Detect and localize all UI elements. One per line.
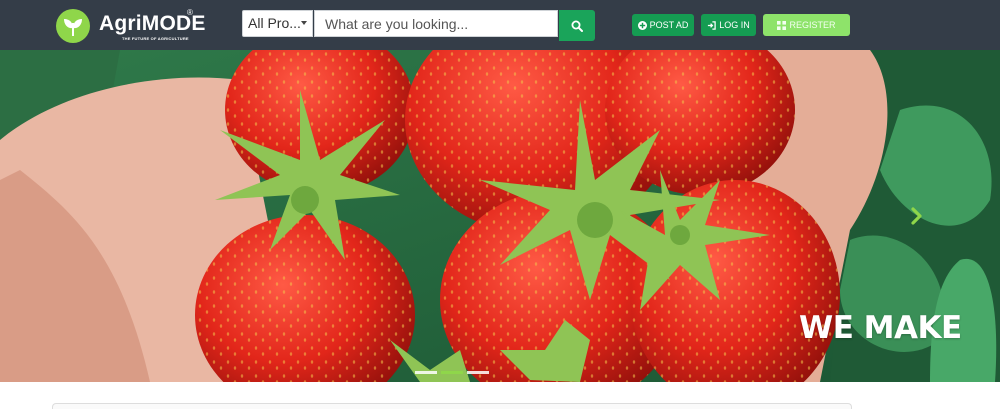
register-label: REGISTER [789, 20, 836, 30]
category-selected-label: All Pro... [248, 15, 301, 31]
content-panel-top [52, 403, 852, 409]
chevron-right-icon [911, 207, 922, 225]
carousel-indicator[interactable] [415, 371, 437, 374]
brand-logo[interactable]: AgriMODE ® THE FUTURE OF AGRICULTURE [56, 8, 205, 45]
search-button[interactable] [559, 10, 595, 41]
leaf-logo-icon [56, 9, 90, 43]
hero-carousel: WE MAKE [0, 50, 1000, 382]
hero-caption: WE MAKE [799, 310, 962, 346]
top-navbar: AgriMODE ® THE FUTURE OF AGRICULTURE All… [0, 0, 1000, 50]
carousel-indicators [415, 371, 489, 374]
login-label: LOG IN [719, 20, 750, 30]
register-button[interactable]: REGISTER [763, 14, 850, 36]
carousel-indicator[interactable] [467, 371, 489, 374]
registered-mark: ® [187, 8, 193, 17]
login-button[interactable]: LOG IN [701, 14, 756, 36]
caret-down-icon [301, 21, 307, 25]
search-icon [571, 20, 583, 32]
post-ad-button[interactable]: POST AD [632, 14, 694, 36]
category-select[interactable]: All Pro... [242, 10, 313, 37]
grid-icon [777, 20, 787, 30]
post-ad-label: POST AD [649, 20, 689, 30]
carousel-indicator-active[interactable] [441, 371, 463, 374]
sign-in-icon [708, 20, 716, 30]
search-input[interactable] [314, 10, 558, 37]
carousel-next-button[interactable] [908, 205, 926, 227]
brand-tagline: THE FUTURE OF AGRICULTURE [122, 36, 189, 41]
plus-circle-icon [637, 20, 647, 30]
